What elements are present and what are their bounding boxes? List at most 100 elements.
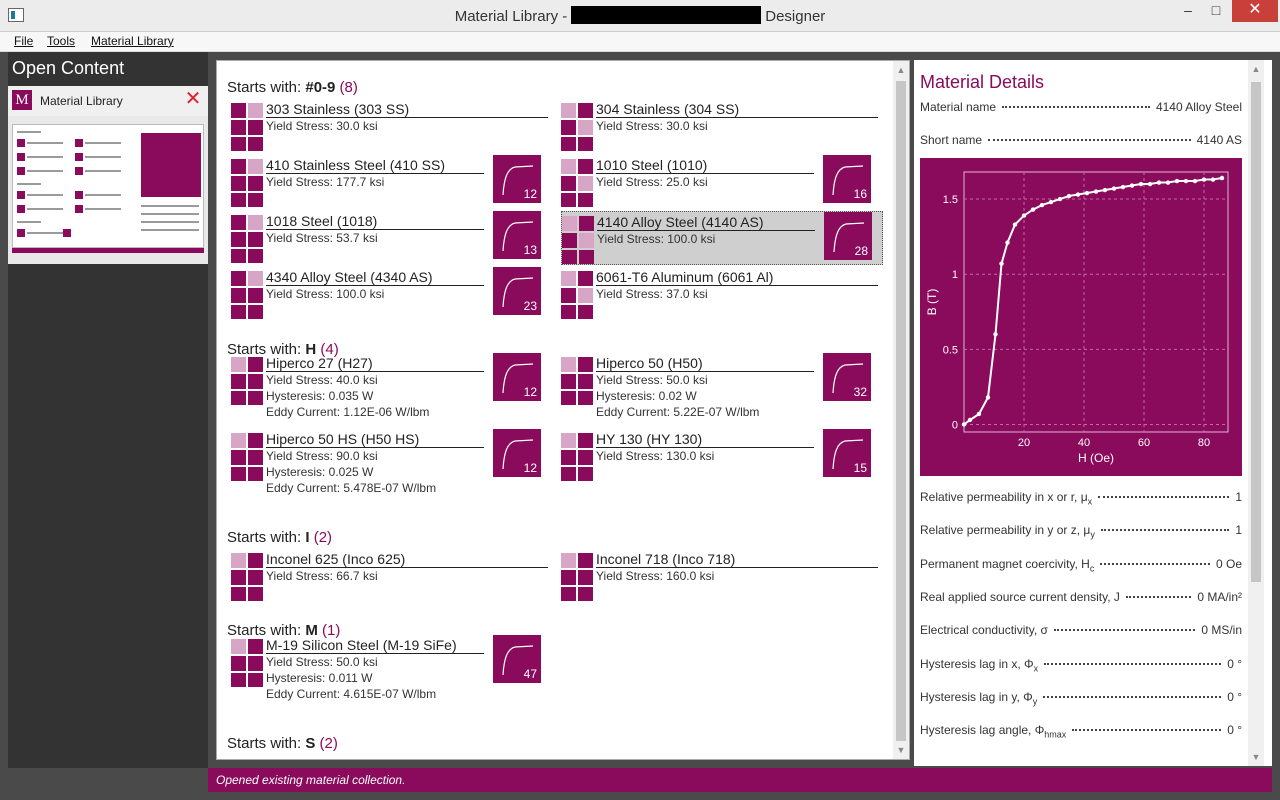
maximize-button[interactable]: □ [1202, 0, 1230, 22]
x-tick-label: 80 [1198, 437, 1210, 449]
material-name: 1018 Steel (1018) [266, 213, 484, 230]
status-bar: Opened existing material collection. [208, 768, 1272, 792]
material-name: HY 130 (HY 130) [596, 431, 814, 448]
material-card[interactable]: M-19 Silicon Steel (M-19 SiFe) Yield Stre… [231, 635, 553, 701]
material-grid-icon [561, 103, 593, 151]
material-name: 6061-T6 Aluminum (6061 Al) [596, 269, 878, 286]
material-card[interactable]: 1018 Steel (1018) Yield Stress: 53.7 ksi 1… [231, 211, 553, 265]
bh-data-point [1102, 187, 1108, 193]
material-card[interactable]: Hiperco 50 (H50) Yield Stress: 50.0 ksi Hy… [561, 353, 883, 419]
bh-data-point [1084, 190, 1090, 196]
material-property: Hysteresis: 0.035 W [266, 389, 374, 403]
window-title: Material Library - Designer [454, 6, 826, 25]
detail-label: Real applied source current density, J [920, 589, 1120, 604]
material-card[interactable]: 6061-T6 Aluminum (6061 Al) Yield Stress: … [561, 267, 883, 321]
detail-value: 0 MA/in² [1197, 589, 1242, 604]
detail-label: Electrical conductivity, σ [920, 623, 1048, 638]
bh-data-point [1012, 222, 1018, 227]
minimize-button[interactable]: – [1174, 0, 1202, 22]
bh-data-point [999, 261, 1004, 266]
section-header: Starts with: I (2) [227, 529, 333, 546]
bh-curve-thumbnail: 23 [493, 267, 541, 315]
detail-value: 0 ° [1227, 689, 1242, 704]
bh-curve-thumbnail: 12 [493, 353, 541, 401]
status-text: Opened existing material collection. [216, 773, 406, 787]
detail-value: 4140 AS [1196, 133, 1242, 147]
bh-data-point [1183, 178, 1189, 184]
material-property: Yield Stress: 50.0 ksi [596, 373, 708, 387]
bh-data-point [1048, 199, 1054, 205]
material-library-icon: M [12, 90, 32, 110]
bh-data-point [1120, 184, 1126, 190]
detail-value: 4140 Alloy Steel [1155, 100, 1242, 114]
bh-curve-thumbnail: 32 [823, 353, 871, 401]
close-icon[interactable]: ✕ [184, 89, 202, 109]
bh-curve-thumbnail: 15 [823, 429, 871, 477]
scroll-down-icon[interactable]: ▼ [893, 743, 909, 757]
detail-row: Hysteresis lag in x, Φx 0 ° [920, 657, 1242, 675]
menu-file[interactable]: File [14, 34, 33, 48]
material-property: Yield Stress: 30.0 ksi [266, 119, 378, 133]
material-card[interactable]: 304 Stainless (304 SS) Yield Stress: 30.0… [561, 99, 883, 153]
menu-tools[interactable]: Tools [47, 34, 75, 48]
material-card[interactable]: 4140 Alloy Steel (4140 AS) Yield Stress: … [561, 211, 883, 265]
material-property: Yield Stress: 30.0 ksi [596, 119, 708, 133]
material-card[interactable]: Hiperco 27 (H27) Yield Stress: 40.0 ksi Hy… [231, 353, 553, 419]
bh-data-point [1156, 180, 1162, 185]
list-scrollbar[interactable]: ▲ ▼ [893, 61, 909, 759]
leader-dots [1072, 729, 1222, 732]
open-item-material-library[interactable]: M Material Library ✕ [8, 86, 208, 116]
material-grid-icon [561, 271, 593, 319]
material-grid-icon [231, 553, 263, 601]
material-list: Starts with: #0-9 (8) Starts with: H (4) S… [216, 60, 910, 760]
material-property: Eddy Current: 5.22E-07 W/lbm [596, 405, 760, 419]
material-name: Inconel 718 (Inco 718) [596, 551, 878, 568]
details-scrollbar[interactable]: ▲ ▼ [1248, 60, 1264, 766]
menu-material-library[interactable]: Material Library [91, 34, 174, 48]
detail-row: Hysteresis lag angle, Φhmax 0 ° [920, 723, 1242, 741]
material-card[interactable]: Hiperco 50 HS (H50 HS) Yield Stress: 90.0… [231, 429, 553, 495]
material-property: Eddy Current: 1.12E-06 W/lbm [266, 405, 430, 419]
scroll-up-icon[interactable]: ▲ [893, 63, 909, 77]
leader-dots [1053, 629, 1196, 632]
close-window-button[interactable]: ✕ [1232, 0, 1278, 22]
scroll-down-icon[interactable]: ▼ [1248, 750, 1264, 764]
material-grid-icon [231, 433, 263, 481]
material-card[interactable]: 1010 Steel (1010) Yield Stress: 25.0 ksi 1… [561, 155, 883, 209]
material-name: 1010 Steel (1010) [596, 157, 814, 174]
scroll-up-icon[interactable]: ▲ [1248, 62, 1264, 76]
bh-curve-line [963, 177, 1223, 426]
material-card[interactable]: HY 130 (HY 130) Yield Stress: 130.0 ksi 15 [561, 429, 883, 483]
material-property: Yield Stress: 53.7 ksi [266, 231, 378, 245]
detail-label: Relative permeability in x or r, μx [920, 490, 1093, 507]
content-thumbnail[interactable] [8, 116, 208, 264]
detail-label: Hysteresis lag angle, Φhmax [920, 723, 1067, 740]
detail-value: 0 MS/in [1201, 623, 1242, 638]
material-property: Hysteresis: 0.025 W [266, 465, 374, 479]
material-grid-icon [231, 103, 263, 151]
details-scrollbar-thumb[interactable] [1251, 82, 1261, 582]
detail-value: 0 Oe [1215, 556, 1242, 571]
detail-label: Hysteresis lag in x, Φx [920, 656, 1039, 673]
thumbnail-footer [12, 248, 204, 253]
material-card[interactable]: 4340 Alloy Steel (4340 AS) Yield Stress: … [231, 267, 553, 321]
detail-value: 0 ° [1227, 723, 1242, 738]
material-grid-icon [561, 357, 593, 405]
x-tick-label: 40 [1078, 437, 1090, 449]
bh-data-point [1174, 178, 1180, 184]
window-border [0, 792, 1280, 800]
list-scrollbar-thumb[interactable] [896, 81, 906, 741]
detail-row: Relative permeability in x or r, μx 1 [920, 490, 1242, 508]
y-tick-label: 1 [952, 269, 958, 281]
bh-data-point [1075, 192, 1081, 197]
bh-data-point [1039, 202, 1045, 208]
material-name: 4340 Alloy Steel (4340 AS) [266, 269, 484, 286]
material-card[interactable]: Inconel 625 (Inco 625) Yield Stress: 66.7… [231, 549, 553, 603]
bh-data-point [967, 417, 973, 423]
detail-row: Material name 4140 Alloy Steel [920, 100, 1242, 118]
material-card[interactable]: 303 Stainless (303 SS) Yield Stress: 30.0… [231, 99, 553, 153]
bh-data-point [1066, 193, 1072, 199]
material-card[interactable]: Inconel 718 (Inco 718) Yield Stress: 160.… [561, 549, 883, 603]
material-grid-icon [561, 433, 593, 481]
material-card[interactable]: 410 Stainless Steel (410 SS) Yield Stress… [231, 155, 553, 209]
